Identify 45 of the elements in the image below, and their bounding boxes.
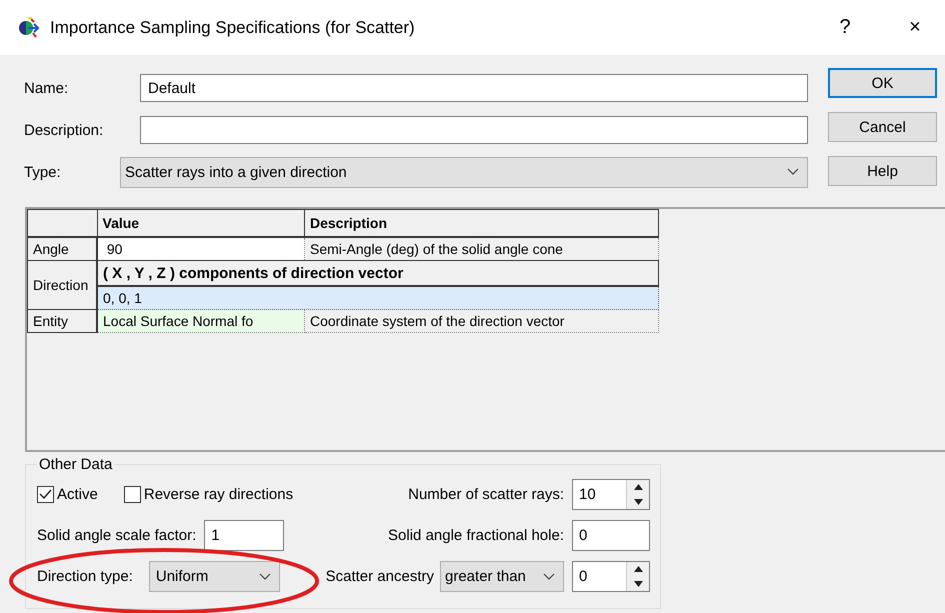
row-header: Entity [28, 310, 97, 332]
field-label: Scatter ancestry [326, 568, 434, 585]
dialog-button[interactable]: OK [828, 68, 937, 98]
window-title: Importance Sampling Specifications (for Scatter) [50, 18, 416, 38]
checkbox-box[interactable] [37, 486, 54, 503]
value-cell[interactable]: 90 [97, 237, 304, 260]
field-label: Solid angle fractional hole: [388, 527, 564, 544]
description-cell: Semi-Angle (deg) of the solid angle cone [304, 237, 658, 260]
dialog-button[interactable]: Cancel [828, 112, 937, 142]
field-label: Direction type: [37, 568, 133, 585]
column-header: Description [304, 210, 658, 237]
help-button[interactable]: ? [815, 16, 875, 39]
checkbox[interactable]: Active [37, 486, 98, 503]
description-field[interactable] [140, 116, 808, 144]
field-label: Type: [24, 164, 62, 180]
group-heading: ( X , Y , Z ) components of direction vector [97, 260, 658, 286]
app-icon [18, 16, 40, 38]
chevron-icon [258, 572, 271, 580]
chevron-icon [787, 168, 799, 176]
value-cell[interactable]: Local Surface Normal fo [97, 310, 304, 332]
description-cell: Coordinate system of the direction vector [304, 310, 658, 332]
field-label: Solid angle scale factor: [37, 527, 196, 544]
name-field[interactable]: Default [140, 74, 808, 102]
field-label: Number of scatter rays: [408, 486, 564, 503]
type-dropdown[interactable]: Scatter rays into a given direction [120, 156, 808, 188]
field-label: Description: [24, 122, 104, 138]
spin-buttons[interactable] [626, 562, 649, 591]
column-header: Value [97, 210, 304, 237]
row-header: Direction [28, 260, 97, 310]
direction-type-dropdown[interactable]: Uniform [148, 561, 280, 592]
fractional-hole-field[interactable]: 0 [572, 520, 650, 551]
chevron-icon [543, 572, 555, 580]
row-header: Angle [28, 237, 97, 260]
checkbox[interactable]: Reverse ray directions [124, 486, 294, 503]
dialog-button[interactable]: Help [828, 156, 937, 186]
spin-buttons[interactable] [626, 480, 649, 509]
ancestry-spinner[interactable]: 0 [572, 561, 650, 592]
value-cell[interactable]: 0, 0, 1 [97, 286, 658, 310]
ancestry-dropdown[interactable]: greater than [440, 561, 564, 592]
scale-factor-field[interactable]: 1 [204, 520, 284, 551]
checkbox-box[interactable] [124, 486, 141, 503]
corner-cell [28, 210, 97, 237]
field-label: Name: [24, 80, 70, 96]
scatter-rays-spinner[interactable]: 10 [572, 479, 650, 510]
close-button[interactable]: × [885, 16, 945, 39]
